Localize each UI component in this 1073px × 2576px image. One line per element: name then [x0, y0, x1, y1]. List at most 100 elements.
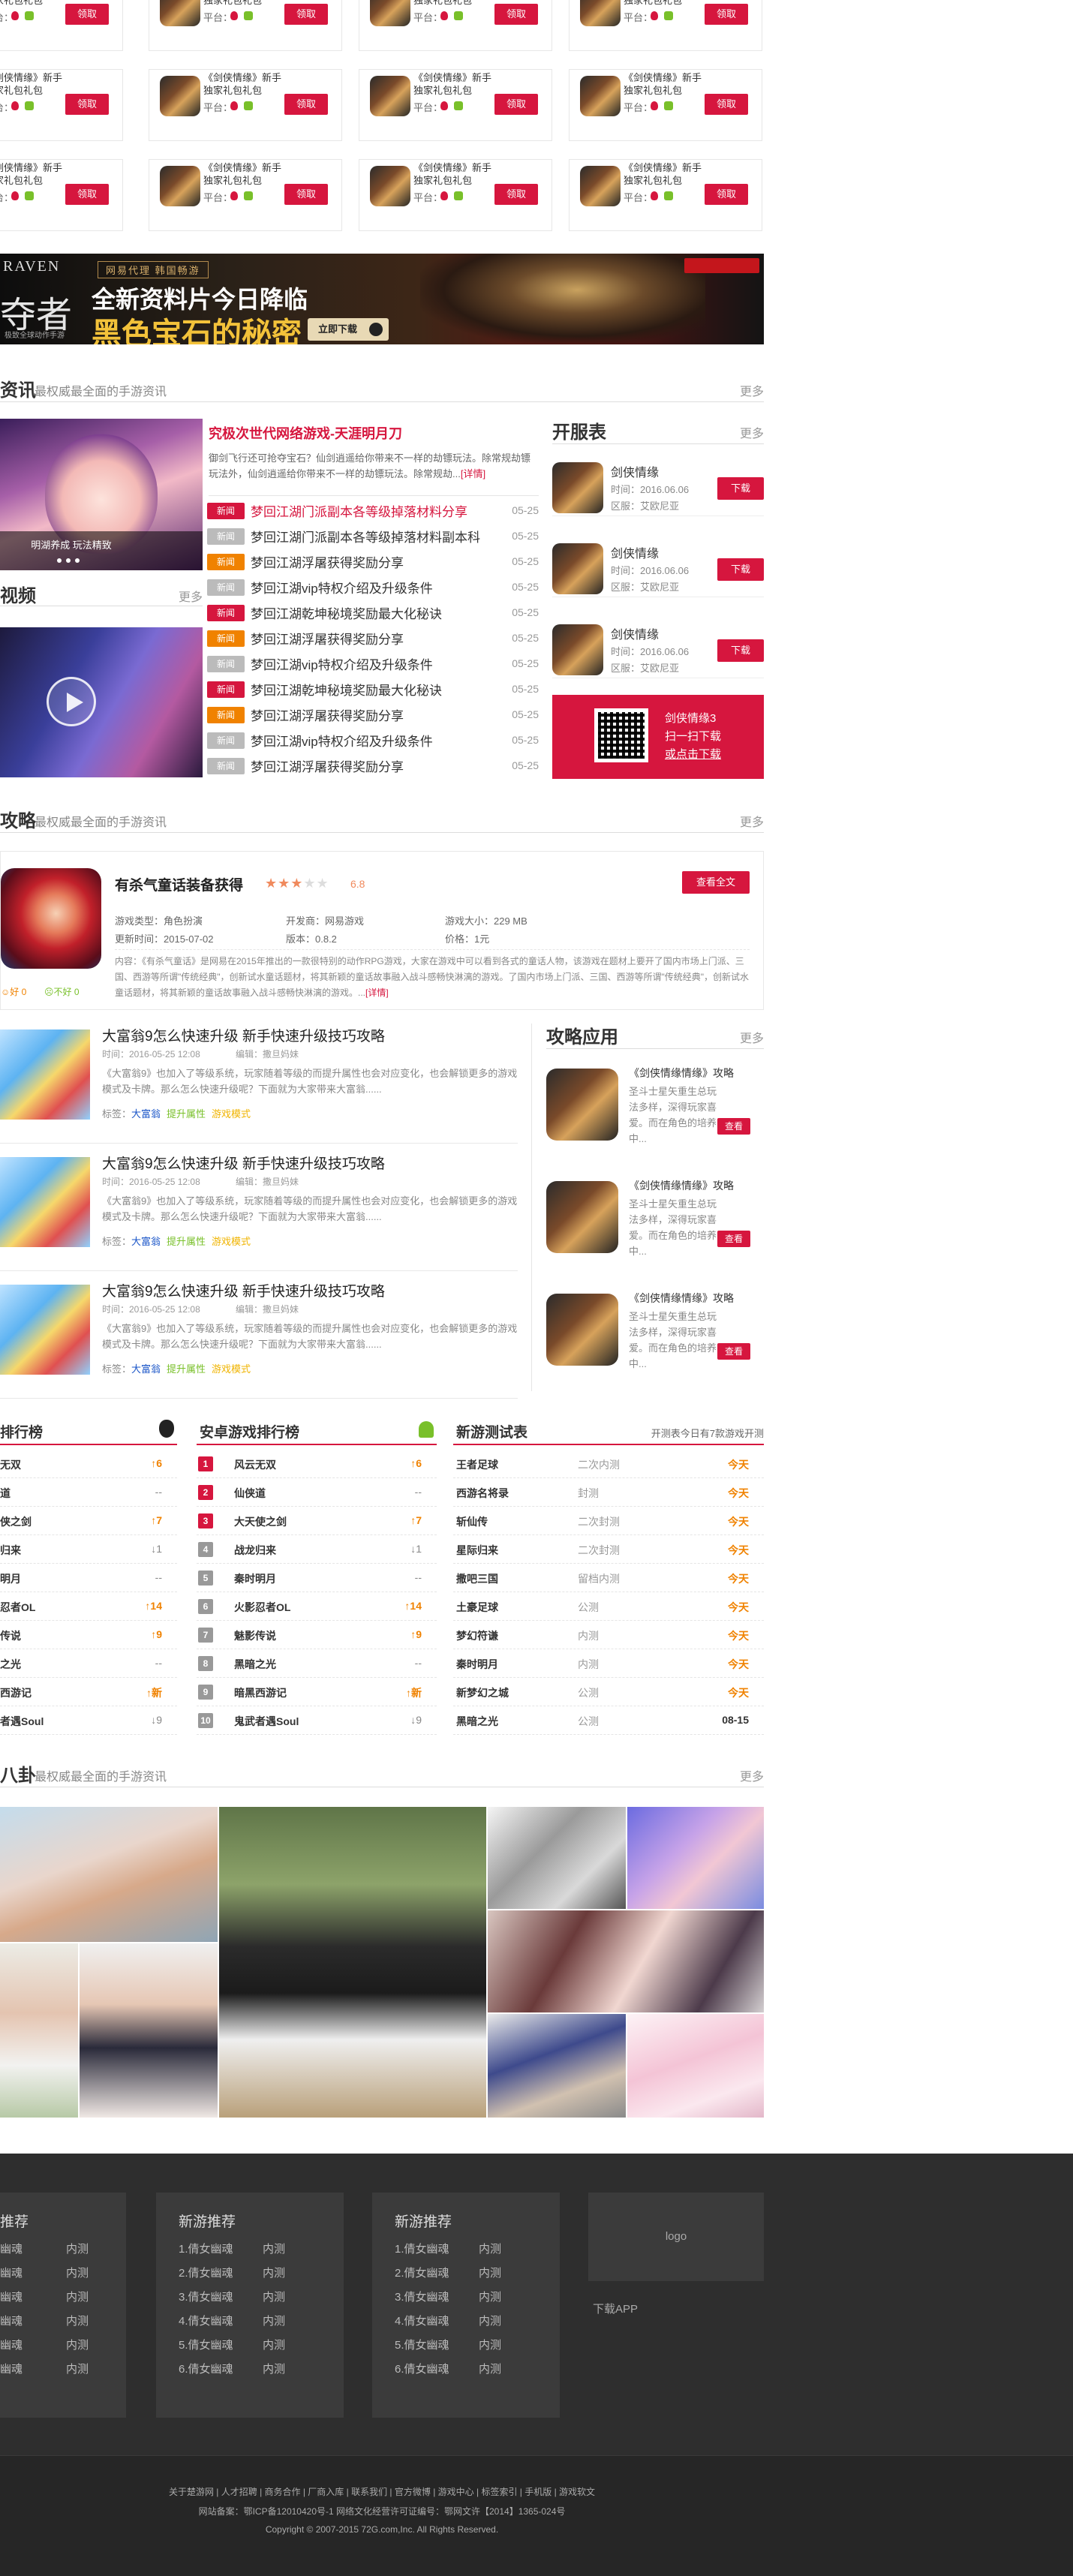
test-table-row[interactable]: 黑暗之光 公测 08-15 — [453, 1706, 764, 1735]
server-game-icon[interactable] — [552, 624, 603, 675]
footer-list-item[interactable]: 6.倩女幽魂 — [179, 2361, 233, 2376]
footer-list-item[interactable]: 3.倩女幽魂 — [395, 2289, 449, 2304]
ios-rank-row[interactable]: 侠之剑 ↑7 — [0, 1507, 177, 1535]
news-list-item[interactable]: 新闻 梦回江湖浮屠获得奖励分享 05-25 — [207, 702, 539, 728]
ios-rank-name[interactable]: 者遇Soul — [0, 1714, 44, 1729]
android-rank-row[interactable]: 7 魅影传说 ↑9 — [197, 1621, 437, 1649]
news-item-title[interactable]: 梦回江湖浮屠获得奖励分享 — [251, 756, 498, 775]
tag-link[interactable]: 提升属性 — [167, 1236, 206, 1247]
news-list-item[interactable]: 新闻 梦回江湖门派副本各等级掉落材料分享 05-25 — [207, 498, 539, 524]
ios-rank-row[interactable]: 之光 -- — [0, 1649, 177, 1678]
tag-link[interactable]: 提升属性 — [167, 1363, 206, 1375]
test-game-name[interactable]: 西游名将录 — [456, 1486, 509, 1501]
news-list-item[interactable]: 新闻 梦回江湖浮屠获得奖励分享 05-25 — [207, 626, 539, 651]
android-rank-name[interactable]: 仙侠道 — [234, 1486, 266, 1501]
ios-rank-row[interactable]: 明月 -- — [0, 1564, 177, 1592]
news-list-item[interactable]: 新闻 梦回江湖浮屠获得奖励分享 05-25 — [207, 549, 539, 575]
news-item-title[interactable]: 梦回江湖浮屠获得奖励分享 — [251, 705, 498, 724]
claim-button[interactable]: 领取 — [494, 4, 538, 25]
news-item-title[interactable]: 梦回江湖乾坤秘境奖励最大化秘诀 — [251, 603, 498, 622]
read-full-button[interactable]: 查看全文 — [682, 871, 750, 894]
guide-article-title[interactable]: 大富翁9怎么快速升级 新手快速升级技巧攻略 — [102, 1153, 385, 1173]
footer-list-item[interactable]: 2.倩女幽魂 — [395, 2265, 449, 2280]
claim-button[interactable]: 领取 — [705, 94, 748, 115]
ios-rank-name[interactable]: 西游记 — [0, 1685, 32, 1700]
guide-article-thumbnail[interactable] — [0, 1285, 90, 1375]
guide-article-title[interactable]: 大富翁9怎么快速升级 新手快速升级技巧攻略 — [102, 1280, 385, 1300]
footer-list-item[interactable]: 5.倩女幽魂 — [179, 2337, 233, 2352]
ios-rank-row[interactable]: 归来 ↓1 — [0, 1535, 177, 1564]
news-list-item[interactable]: 新闻 梦回江湖vip特权介绍及升级条件 05-25 — [207, 651, 539, 677]
gift-game-icon[interactable] — [370, 166, 410, 206]
video-thumbnail[interactable] — [0, 627, 203, 777]
tag-link[interactable]: 大富翁 — [131, 1108, 161, 1120]
android-rank-row[interactable]: 5 秦时明月 -- — [197, 1564, 437, 1592]
test-game-name[interactable]: 黑暗之光 — [456, 1714, 498, 1729]
gift-game-icon[interactable] — [370, 0, 410, 26]
carousel-dots[interactable] — [57, 557, 87, 564]
gift-title[interactable]: 《剑侠情缘》新手独家礼包礼包 — [203, 0, 286, 7]
test-table-row[interactable]: 秦时明月 内测 今天 — [453, 1649, 764, 1678]
server-game-name[interactable]: 剑侠情缘 — [611, 462, 659, 480]
android-rank-name[interactable]: 魅影传说 — [234, 1628, 276, 1643]
android-rank-row[interactable]: 1 风云无双 ↑6 — [197, 1450, 437, 1478]
guide-app-name[interactable]: 《剑侠情缘情缘》攻略 — [629, 1178, 734, 1193]
test-game-name[interactable]: 秦时明月 — [456, 1657, 498, 1672]
android-rank-row[interactable]: 3 大天使之剑 ↑7 — [197, 1507, 437, 1535]
tag-link[interactable]: 游戏模式 — [212, 1108, 251, 1120]
guide-article-thumbnail[interactable] — [0, 1157, 90, 1247]
claim-button[interactable]: 领取 — [494, 94, 538, 115]
ios-rank-row[interactable]: 者遇Soul ↓9 — [0, 1706, 177, 1735]
footer-list-item[interactable]: 幽魂 — [0, 2265, 23, 2280]
android-rank-name[interactable]: 战龙归来 — [234, 1543, 276, 1558]
guide-app-icon[interactable] — [546, 1294, 618, 1366]
guide-app-view-button[interactable]: 查看 — [717, 1118, 750, 1135]
server-download-button[interactable]: 下载 — [717, 639, 764, 662]
claim-button[interactable]: 领取 — [65, 184, 109, 205]
gossip-photo-7[interactable] — [488, 1910, 764, 2012]
ios-rank-name[interactable]: 之光 — [0, 1657, 21, 1672]
ios-rank-name[interactable]: 归来 — [0, 1543, 21, 1558]
guide-more-link[interactable]: 更多 — [740, 812, 764, 830]
gift-game-icon[interactable] — [580, 76, 621, 116]
vote-bad[interactable]: ☹不好 0 — [44, 985, 80, 998]
test-game-name[interactable]: 土豪足球 — [456, 1600, 498, 1615]
android-rank-row[interactable]: 4 战龙归来 ↓1 — [197, 1535, 437, 1564]
claim-button[interactable]: 领取 — [284, 94, 328, 115]
test-table-row[interactable]: 斩仙传 二次封测 今天 — [453, 1507, 764, 1535]
tag-link[interactable]: 游戏模式 — [212, 1236, 251, 1247]
ios-rank-name[interactable]: 无双 — [0, 1457, 21, 1472]
test-table-row[interactable]: 撒吧三国 留档内测 今天 — [453, 1564, 764, 1592]
footer-list-item[interactable]: 1.倩女幽魂 — [179, 2241, 233, 2256]
server-download-button[interactable]: 下载 — [717, 477, 764, 500]
gift-game-icon[interactable] — [160, 166, 200, 206]
gossip-photo-1[interactable] — [0, 1807, 218, 1942]
test-table-row[interactable]: 梦幻符谦 内测 今天 — [453, 1621, 764, 1649]
gift-title[interactable]: 《剑侠情缘》新手独家礼包礼包 — [0, 161, 67, 187]
footer-list-item[interactable]: 幽魂 — [0, 2337, 23, 2352]
tag-link[interactable]: 提升属性 — [167, 1108, 206, 1120]
test-game-name[interactable]: 新梦幻之城 — [456, 1685, 509, 1700]
android-rank-row[interactable]: 6 火影忍者OL ↑14 — [197, 1592, 437, 1621]
android-rank-name[interactable]: 暗黑西游记 — [234, 1685, 287, 1700]
qr-download-panel[interactable]: 剑侠情缘3 扫一扫下载 或点击下载 — [552, 695, 764, 779]
guide-app-view-button[interactable]: 查看 — [717, 1231, 750, 1247]
guide-article-thumbnail[interactable] — [0, 1029, 90, 1120]
news-more-link[interactable]: 更多 — [740, 381, 764, 399]
news-item-title[interactable]: 梦回江湖vip特权介绍及升级条件 — [251, 654, 498, 673]
footer-list-item[interactable]: 幽魂 — [0, 2313, 23, 2328]
news-list-item[interactable]: 新闻 梦回江湖vip特权介绍及升级条件 05-25 — [207, 575, 539, 600]
game-desc-link[interactable]: [详情] — [365, 987, 389, 998]
ios-rank-name[interactable]: 忍者OL — [0, 1600, 35, 1615]
promo-banner[interactable]: RAVEN 夺者 极致全球动作手游 网易代理 韩国畅游 全新资料片今日降临 黑色… — [0, 254, 764, 344]
android-rank-name[interactable]: 鬼武者遇Soul — [234, 1714, 299, 1729]
test-game-name[interactable]: 撒吧三国 — [456, 1571, 498, 1586]
android-rank-name[interactable]: 火影忍者OL — [234, 1600, 290, 1615]
android-rank-row[interactable]: 2 仙侠道 -- — [197, 1478, 437, 1507]
news-list-item[interactable]: 新闻 梦回江湖乾坤秘境奖励最大化秘诀 05-25 — [207, 677, 539, 702]
featured-game-icon[interactable] — [1, 868, 101, 969]
test-table-row[interactable]: 西游名将录 封测 今天 — [453, 1478, 764, 1507]
vote-good[interactable]: ☺好 0 — [1, 985, 26, 998]
claim-button[interactable]: 领取 — [65, 94, 109, 115]
footer-list-item[interactable]: 6.倩女幽魂 — [395, 2361, 449, 2376]
